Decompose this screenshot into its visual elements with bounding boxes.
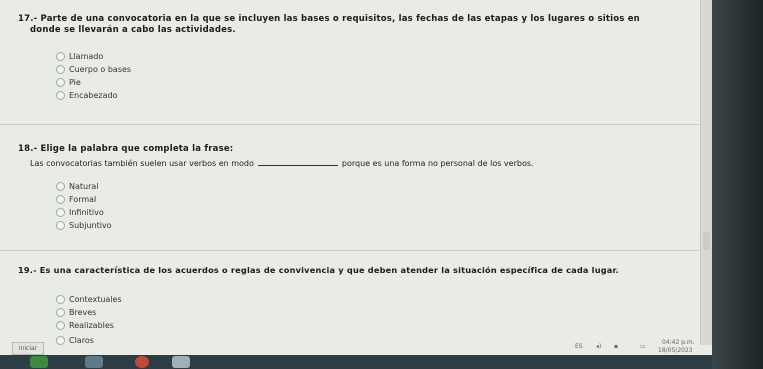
option-encabezado[interactable]: Encabezado xyxy=(56,91,118,100)
option-formal[interactable]: Formal xyxy=(56,195,96,204)
sentence-before: Las convocatorias también suelen usar ve… xyxy=(30,159,254,168)
option-label: Realizables xyxy=(69,321,114,330)
browser-icon[interactable] xyxy=(135,356,149,368)
question-18-title: 18.- Elige la palabra que completa la fr… xyxy=(18,144,234,154)
option-label: Natural xyxy=(69,182,99,191)
quiz-page: 17.- Parte de una convocatoria en la que… xyxy=(0,0,712,355)
option-breves[interactable]: Breves xyxy=(56,308,96,317)
option-subjuntivo[interactable]: Subjuntivo xyxy=(56,221,112,230)
app-icon[interactable] xyxy=(172,356,190,368)
date: 18/05/2023 xyxy=(658,347,693,354)
answer-blank xyxy=(257,165,338,166)
question-17-title: 17.- Parte de una convocatoria en la que… xyxy=(18,14,640,24)
sentence-after: porque es una forma no personal de los v… xyxy=(341,159,534,168)
option-label: Pie xyxy=(69,78,81,87)
option-llamado[interactable]: Llamado xyxy=(56,52,103,61)
option-claros[interactable]: Claros xyxy=(56,336,94,345)
option-infinitivo[interactable]: Infinitivo xyxy=(56,208,104,217)
option-cuerpo-o-bases[interactable]: Cuerpo o bases xyxy=(56,65,131,74)
radio-icon[interactable] xyxy=(56,308,65,317)
network-icon[interactable]: ▪ xyxy=(614,343,618,350)
clock[interactable]: 04:42 p.m. xyxy=(662,339,695,346)
question-19-title: 19.- Es una característica de los acuerd… xyxy=(18,265,619,275)
question-18-sentence: Las convocatorias también suelen usar ve… xyxy=(30,159,534,168)
radio-icon[interactable] xyxy=(56,221,65,230)
radio-icon[interactable] xyxy=(56,195,65,204)
battery-icon[interactable]: ▭ xyxy=(640,343,646,350)
radio-icon[interactable] xyxy=(56,182,65,191)
option-label: Cuerpo o bases xyxy=(69,65,132,74)
radio-icon[interactable] xyxy=(56,295,65,304)
option-label: Llamado xyxy=(69,52,104,61)
option-label: Claros xyxy=(69,336,94,345)
radio-icon[interactable] xyxy=(56,78,65,87)
option-label: Breves xyxy=(69,308,97,317)
radio-icon[interactable] xyxy=(56,52,65,61)
question-17-title-cont: donde se llevarán a cabo las actividades… xyxy=(30,25,236,35)
option-natural[interactable]: Natural xyxy=(56,182,99,191)
radio-icon[interactable] xyxy=(56,91,65,100)
windows-start-icon[interactable] xyxy=(30,356,48,368)
option-label: Formal xyxy=(69,195,97,204)
option-label: Infinitivo xyxy=(69,208,104,217)
radio-icon[interactable] xyxy=(56,65,65,74)
scrollbar-thumb[interactable] xyxy=(703,232,710,250)
divider xyxy=(0,250,700,251)
divider xyxy=(0,124,700,125)
option-pie[interactable]: Pie xyxy=(56,78,81,87)
explorer-icon[interactable] xyxy=(85,356,103,368)
radio-icon[interactable] xyxy=(56,336,65,345)
radio-icon[interactable] xyxy=(56,321,65,330)
volume-icon[interactable]: ◂) xyxy=(596,343,601,350)
option-realizables[interactable]: Realizables xyxy=(56,321,114,330)
radio-icon[interactable] xyxy=(56,208,65,217)
option-label: Encabezado xyxy=(69,91,118,100)
option-label: Contextuales xyxy=(69,295,122,304)
taskbar xyxy=(0,355,712,369)
language-indicator[interactable]: ES xyxy=(575,343,583,350)
option-contextuales[interactable]: Contextuales xyxy=(56,295,122,304)
option-label: Subjuntivo xyxy=(69,221,112,230)
vertical-scrollbar[interactable] xyxy=(700,0,712,345)
start-button[interactable]: Iniciar xyxy=(12,342,44,355)
monitor-bezel xyxy=(712,0,763,369)
